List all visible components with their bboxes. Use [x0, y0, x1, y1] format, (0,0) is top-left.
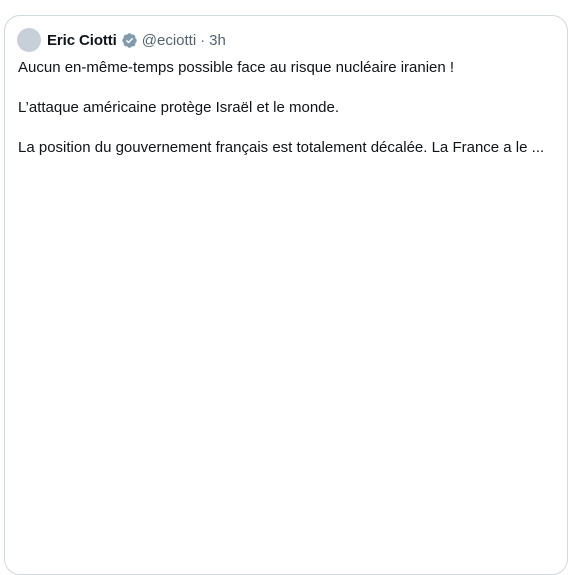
author-display-name[interactable]: Eric Ciotti	[47, 32, 117, 49]
tweet-text-line: Aucun en-même-temps possible face au ris…	[18, 59, 455, 76]
tweet-text: Aucun en-même-temps possible face au ris…	[18, 58, 563, 178]
tweet-text-line: La position du gouvernement français est…	[18, 139, 545, 156]
avatar[interactable]	[17, 28, 41, 52]
verified-badge-icon	[121, 32, 138, 49]
tweet-card[interactable]: Eric Ciotti @eciotti · 3h Aucun en-même-…	[4, 15, 568, 575]
author-handle[interactable]: @eciotti	[142, 32, 196, 49]
tweet-text-line: L’attaque américaine protège Israël et l…	[18, 99, 340, 116]
tweet-header: Eric Ciotti @eciotti · 3h	[17, 27, 226, 53]
separator-dot: ·	[200, 31, 206, 49]
tweet-timestamp[interactable]: 3h	[209, 32, 226, 49]
